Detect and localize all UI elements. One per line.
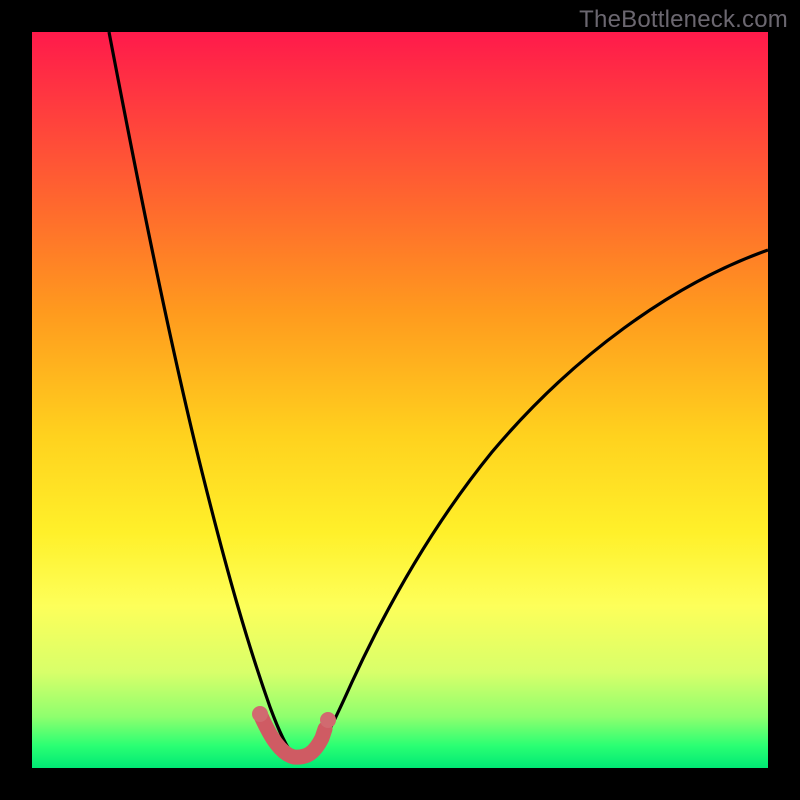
chart-svg: [32, 32, 768, 768]
watermark: TheBottleneck.com: [579, 6, 788, 34]
left-curve: [109, 32, 294, 756]
chart-frame: TheBottleneck.com: [0, 0, 800, 800]
right-curve: [314, 250, 768, 756]
valley-marker-dot-right: [320, 712, 336, 728]
valley-marker-line: [261, 716, 325, 757]
valley-marker-dot-left: [252, 706, 268, 722]
